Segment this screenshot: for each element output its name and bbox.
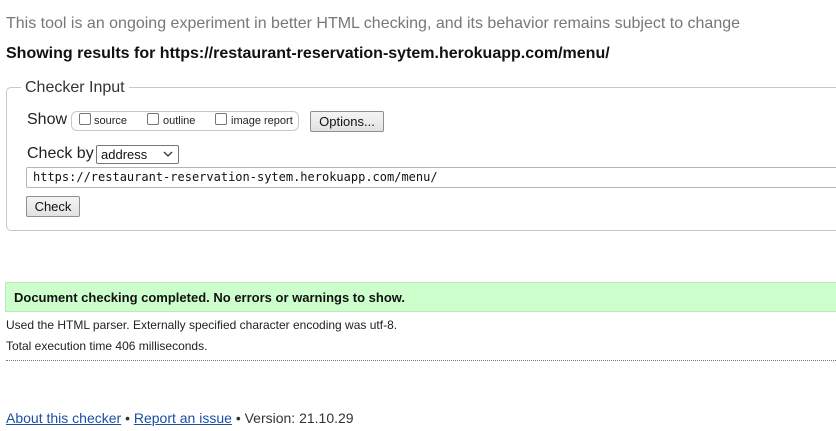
about-checker-link[interactable]: About this checker — [6, 410, 121, 426]
check-by-select[interactable]: address — [96, 145, 179, 164]
outline-checkbox[interactable] — [147, 113, 159, 125]
image-report-checkbox[interactable] — [215, 113, 227, 125]
report-issue-link[interactable]: Report an issue — [134, 410, 232, 426]
footer: About this checker • Report an issue • V… — [6, 410, 354, 426]
experiment-note: This tool is an ongoing experiment in be… — [6, 15, 741, 32]
success-banner: Document checking completed. No errors o… — [5, 282, 836, 312]
outline-checkbox-label[interactable]: outline — [163, 115, 195, 127]
url-input[interactable]: https://restaurant-reservation-sytem.her… — [26, 167, 836, 188]
results-heading: Showing results for https://restaurant-r… — [6, 45, 610, 62]
version-text: Version: 21.10.29 — [244, 410, 354, 426]
execution-time: Total execution time 406 milliseconds. — [6, 339, 208, 353]
source-checkbox-label[interactable]: source — [94, 115, 127, 127]
check-by-selected-value: address — [101, 147, 148, 162]
show-label: Show — [27, 111, 68, 128]
dotted-divider — [6, 360, 836, 361]
footer-separator: • — [235, 410, 241, 426]
success-message: Document checking completed. No errors o… — [14, 290, 406, 305]
source-checkbox[interactable] — [79, 113, 91, 125]
chevron-down-icon — [163, 151, 173, 157]
image-report-checkbox-label[interactable]: image report — [231, 115, 293, 127]
options-button[interactable]: Options... — [310, 111, 384, 132]
footer-separator: • — [125, 410, 130, 426]
check-by-label: Check by — [27, 145, 94, 162]
fieldset-legend: Checker Input — [21, 79, 129, 97]
parser-info: Used the HTML parser. Externally specifi… — [6, 318, 398, 332]
check-button[interactable]: Check — [26, 196, 80, 217]
checker-page: This tool is an ongoing experiment in be… — [0, 0, 836, 431]
